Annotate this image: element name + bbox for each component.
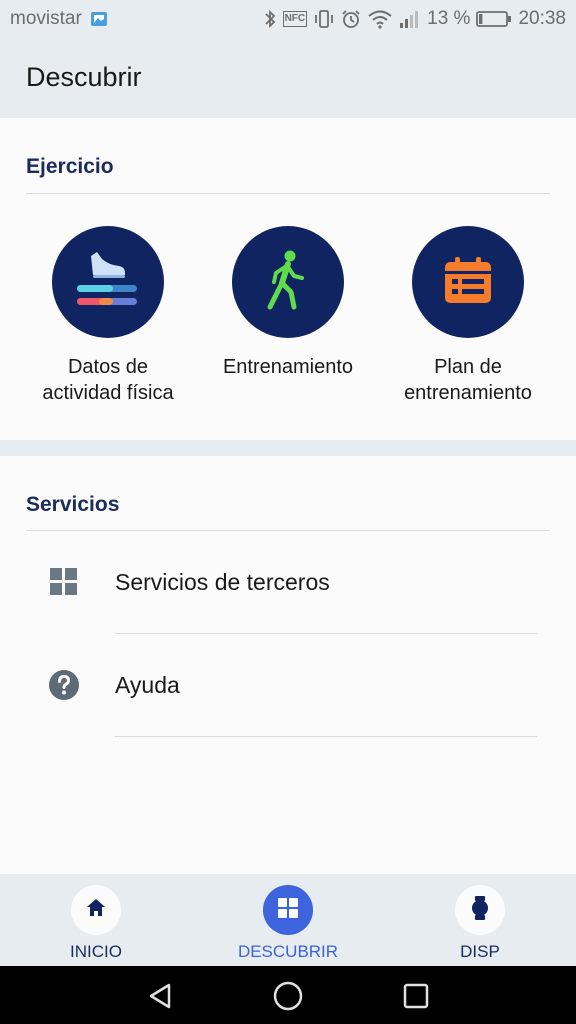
app-bar: Descubrir (0, 40, 576, 118)
nfc-icon: NFC (282, 11, 308, 27)
bottom-nav: INICIO DESCUBRIR DISP (0, 874, 576, 966)
carrier-label: movistar (10, 8, 82, 29)
nav-descubrir-circle (263, 885, 313, 935)
nav-inicio-label: INICIO (70, 942, 122, 961)
battery-percent: 13 % (427, 8, 471, 29)
tile-plan-circle (412, 226, 524, 338)
signal-icon (399, 9, 421, 29)
help-row[interactable]: Ayuda (0, 634, 576, 737)
exercise-section-title: Ejercicio (26, 155, 114, 178)
clock: 20:38 (518, 8, 566, 29)
tile-training-circle (232, 226, 344, 338)
nav-disp-circle (455, 885, 505, 935)
nav-descubrir-label: DESCUBRIR (237, 942, 339, 961)
services-section-title: Servicios (26, 493, 120, 516)
tile-training[interactable]: Entrenamiento (198, 226, 378, 380)
tile-activity-label: Datos de actividad física (42, 356, 174, 404)
shoe-activity-icon (75, 250, 141, 315)
home-icon (85, 897, 107, 924)
exercise-card: Ejercicio Datos de actividad física Entr… (0, 118, 576, 440)
calendar-plan-icon (443, 255, 493, 310)
battery-icon (476, 9, 512, 29)
bluetooth-icon (263, 9, 277, 29)
grid-icon (277, 897, 299, 924)
services-card: Servicios Servicios de terceros Ayuda (0, 456, 576, 874)
home-circle-icon[interactable] (271, 979, 305, 1013)
nav-disp-label: DISP (460, 942, 500, 961)
alarm-icon (341, 9, 361, 29)
back-icon[interactable] (143, 979, 177, 1013)
tile-activity-data[interactable]: Datos de actividad física (18, 226, 198, 406)
status-bar: movistar NFC 13 % 20:38 (0, 0, 576, 40)
recents-icon[interactable] (399, 979, 433, 1013)
row-divider (115, 736, 537, 737)
help-label: Ayuda (115, 672, 180, 698)
gallery-notification-icon (90, 10, 108, 28)
tile-training-label: Entrenamiento (222, 356, 354, 378)
third-party-services-label: Servicios de terceros (115, 569, 330, 595)
exercise-divider (26, 193, 550, 194)
help-icon (48, 669, 80, 701)
page-title: Descubrir (26, 62, 142, 92)
nav-inicio-circle (71, 885, 121, 935)
nav-inicio[interactable]: INICIO (16, 874, 176, 966)
vibrate-icon (313, 9, 335, 29)
grid-apps-icon (48, 566, 80, 598)
tile-activity-circle (52, 226, 164, 338)
nav-disp[interactable]: DISP (400, 874, 560, 966)
nav-descubrir[interactable]: DESCUBRIR (208, 874, 368, 966)
tile-training-plan[interactable]: Plan de entrenamiento (378, 226, 558, 406)
system-nav-bar (0, 966, 576, 1024)
third-party-services-row[interactable]: Servicios de terceros (0, 531, 576, 634)
tile-plan-label: Plan de entrenamiento (404, 356, 532, 404)
wifi-icon (367, 9, 393, 29)
watch-icon (469, 895, 491, 926)
walking-person-icon (263, 249, 313, 316)
